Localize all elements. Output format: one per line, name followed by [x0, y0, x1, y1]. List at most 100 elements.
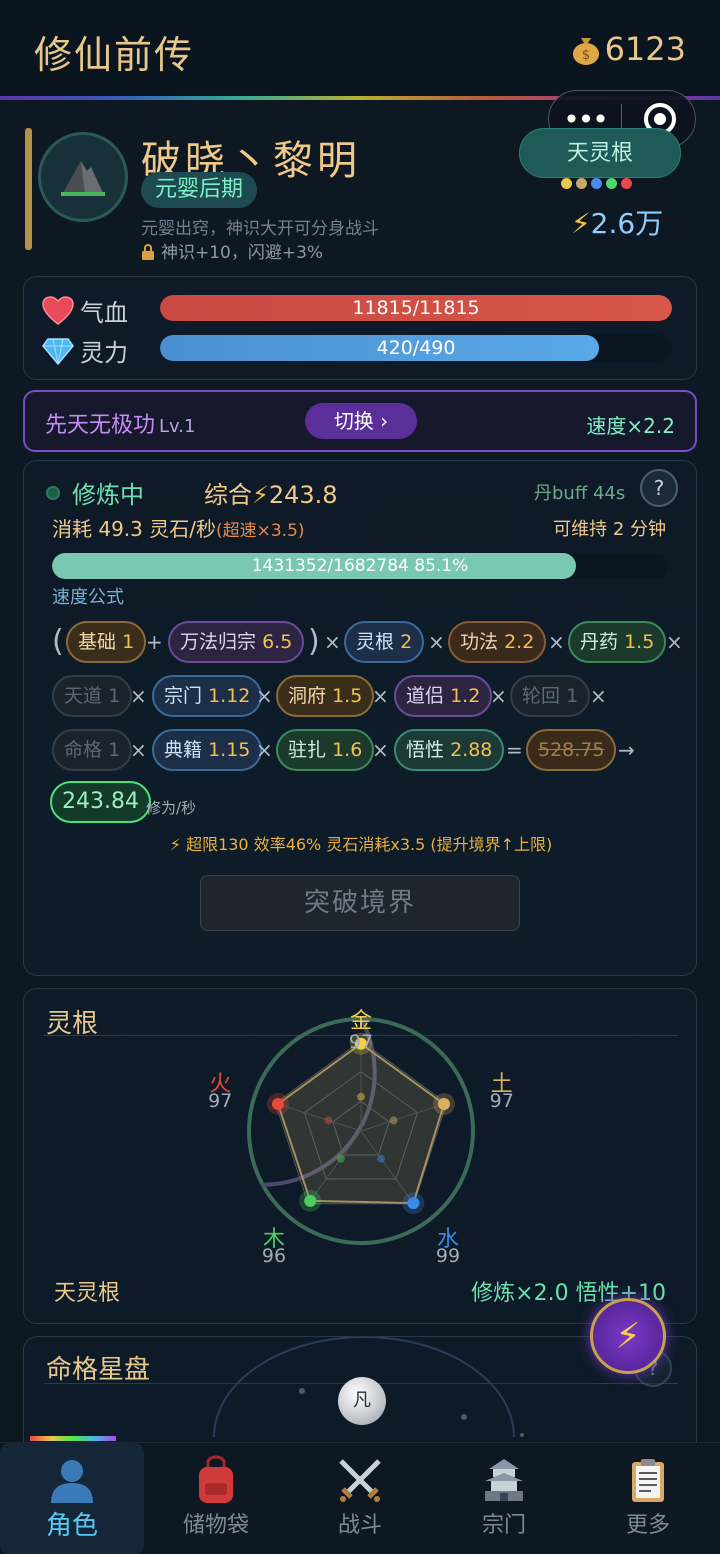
factor-value: 1.15: [208, 739, 251, 761]
destiny-orb[interactable]: 凡: [338, 1377, 386, 1425]
status-text: 修炼中: [72, 481, 144, 509]
speed-unit: 修为/秒: [146, 799, 197, 817]
factor-value: 1.12: [208, 685, 251, 707]
lock-icon: [142, 244, 154, 260]
lightning-icon: ⚡: [571, 207, 591, 240]
factor-wanfa: 万法归宗 6.5: [168, 621, 305, 663]
times-operator: ×: [428, 630, 445, 654]
money-bag-icon: $: [572, 38, 599, 65]
app-title: 修仙前传: [34, 33, 195, 77]
tab-character[interactable]: 角色: [0, 1443, 144, 1554]
factor-name: 道侣: [406, 685, 445, 707]
root-element-dot: [591, 178, 602, 189]
crossed-swords-icon: [339, 1459, 381, 1502]
radar-point-4: [271, 1098, 284, 1111]
realm-badge: 元婴后期: [141, 172, 258, 208]
factor-name: 灵根: [356, 631, 395, 653]
times-operator: ×: [548, 630, 565, 654]
factor-value: 2: [400, 631, 413, 653]
factor-name: 宗门: [164, 685, 203, 707]
combat-power-value: 2.6万: [590, 207, 664, 240]
open-paren: (: [52, 624, 64, 659]
switch-technique-button[interactable]: 切换 ›: [305, 403, 417, 439]
spirit-root-card: 灵根 金 97 土 97 水 99 木 96 火 97 天灵根 修炼×2.0 悟性+10: [23, 988, 697, 1324]
root-type: 天灵根: [54, 1281, 121, 1306]
radar-value-1: 97: [489, 1090, 514, 1113]
factor-reincarnation: 轮回 1: [510, 675, 591, 717]
combat-power: ⚡2.6万: [571, 202, 663, 242]
radar-point-2: [407, 1197, 420, 1210]
factor-value: 1: [566, 685, 579, 707]
radar-value-2: 99: [435, 1244, 461, 1267]
factor-value: 1: [108, 685, 121, 707]
hp-value: 11815/11815: [352, 297, 480, 319]
mountain-icon: [61, 161, 105, 196]
raw-speed: 528.75: [526, 729, 617, 771]
realm-description: 元婴出窍，神识大开可分身战斗: [141, 219, 379, 239]
times-operator: ×: [490, 684, 507, 708]
times-operator: ×: [130, 684, 147, 708]
tab-label: 更多: [625, 1513, 670, 1538]
cost-note: (超速×3.5): [215, 521, 305, 541]
cultivation-progress-bar: 1431352/1682784 85.1%: [52, 553, 668, 579]
tab-more[interactable]: 更多: [576, 1443, 720, 1554]
factor-value: 1: [108, 739, 121, 761]
factor-name: 丹药: [580, 631, 619, 653]
tab-label: 战斗: [337, 1513, 382, 1538]
total-label: 综合: [204, 481, 252, 509]
tab-indicator-strip: [30, 1436, 116, 1441]
lightning-icon: ⚡: [252, 481, 269, 509]
diamond-icon: [42, 337, 74, 365]
hp-row: 气血: [42, 293, 160, 328]
equals-operator: =: [506, 738, 523, 762]
tab-battle[interactable]: 战斗: [288, 1443, 432, 1554]
character-icon: [51, 1460, 93, 1503]
factor-gongfa: 功法 2.2: [448, 621, 547, 663]
factor-companion: 道侣 1.2: [394, 675, 493, 717]
times-operator: ×: [372, 684, 389, 708]
clipboard-icon: [632, 1459, 664, 1502]
radar-point-1: [438, 1098, 451, 1111]
radar-inner-dot: [377, 1154, 386, 1163]
factor-name: 轮回: [522, 685, 561, 707]
tab-label: 储物袋: [182, 1513, 249, 1538]
breakthrough-button[interactable]: 突破境界: [200, 875, 520, 931]
avatar[interactable]: [38, 132, 128, 222]
pagoda-icon: [485, 1459, 523, 1501]
factor-tiandao: 天道 1: [52, 675, 133, 717]
tab-label: 宗门: [481, 1513, 526, 1538]
quick-action-lightning-button[interactable]: ⚡: [590, 1298, 666, 1374]
factor-value: 2.88: [450, 739, 493, 761]
times-operator: ×: [256, 738, 273, 762]
help-button[interactable]: ?: [640, 469, 678, 507]
cultivation-status: 修炼中: [46, 475, 144, 510]
mp-label: 灵力: [80, 339, 128, 367]
mp-bar: 420/490: [160, 335, 672, 361]
tab-sect[interactable]: 宗门: [432, 1443, 576, 1554]
factor-value: 1.6: [332, 739, 363, 761]
total-value: 243.8: [268, 481, 338, 509]
hp-bar: 11815/11815: [160, 295, 672, 321]
factor-sect: 宗门 1.12: [152, 675, 263, 717]
cultivation-progress-text: 1431352/1682784 85.1%: [251, 556, 469, 576]
arrow-operator: →: [618, 738, 635, 762]
root-element-dot: [576, 178, 587, 189]
root-element-dot: [621, 178, 632, 189]
realm-bonus-text: 神识+10，闪避+3%: [161, 243, 324, 263]
technique-title: 先天无极功: [45, 413, 156, 438]
radar-value-4: 97: [208, 1090, 233, 1113]
technique-speed: 速度×2.2: [586, 414, 675, 438]
plus-operator: +: [146, 630, 163, 654]
status-dot: [46, 485, 60, 500]
mp-value: 420/490: [376, 337, 456, 359]
factor-value: 1.5: [624, 631, 655, 653]
radar-inner-dot: [324, 1116, 333, 1125]
factor-value: 1.5: [332, 685, 363, 707]
pill-buff-timer: 丹buff 44s: [534, 483, 626, 504]
tab-backpack[interactable]: 储物袋: [144, 1443, 288, 1554]
spirit-root-button[interactable]: 天灵根: [519, 128, 681, 178]
times-operator: ×: [666, 630, 683, 654]
heart-icon: [42, 295, 74, 325]
factor-pill: 丹药 1.5: [568, 621, 667, 663]
factor-name: 万法归宗: [180, 631, 257, 653]
